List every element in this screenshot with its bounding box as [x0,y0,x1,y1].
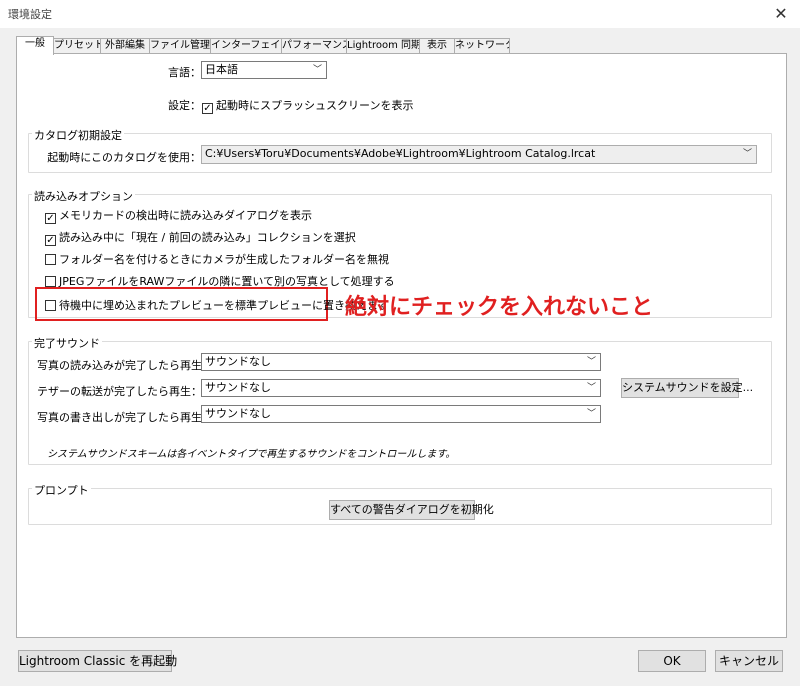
prompt-group-title: プロンプト [32,482,91,498]
catalog-group-title: カタログ初期設定 [32,127,124,143]
tab-performance[interactable]: パフォーマンス [281,38,347,54]
tab-external-editing[interactable]: 外部編集 [100,38,150,54]
tab-general[interactable]: 一般 [16,36,54,55]
catalog-label: 起動時にこのカタログを使用： [47,151,201,164]
catalog-select[interactable]: C:¥Users¥Toru¥Documents¥Adobe¥Lightroom¥… [201,145,757,164]
splash-checkbox[interactable]: ✓ [202,103,213,114]
import-group-title: 読み込みオプション [32,188,135,204]
language-select[interactable]: 日本語 ﹀ [201,61,327,79]
sound-value: サウンドなし [205,381,271,394]
tab-display[interactable]: 表示 [419,38,455,54]
language-value: 日本語 [205,63,238,76]
close-icon[interactable]: ✕ [770,3,792,25]
import-option-label: 読み込み中に「現在 / 前回の読み込み」コレクションを選択 [59,231,356,244]
sound-row-label: 写真の書き出しが完了したら再生： [37,411,213,424]
sound-value: サウンドなし [205,407,271,420]
tab-file-handling[interactable]: ファイル管理 [149,38,211,54]
ok-button[interactable]: OK [638,650,706,672]
import-option-label: メモリカードの検出時に読み込みダイアログを表示 [59,209,312,222]
tether-sound-select[interactable]: サウンドなし ﹀ [201,379,601,397]
splash-label: 起動時にスプラッシュスクリーンを表示 [216,99,414,112]
tab-interface[interactable]: インターフェイス [210,38,282,54]
catalog-value: C:¥Users¥Toru¥Documents¥Adobe¥Lightroom¥… [205,147,596,160]
language-label: 言語： [168,66,201,79]
title-bar: 環境設定 ✕ [0,0,800,28]
tab-presets[interactable]: プリセット [53,38,101,54]
sound-value: サウンドなし [205,355,271,368]
chevron-down-icon: ﹀ [586,409,596,419]
sound-note: システムサウンドスキームは各イベントタイプで再生するサウンドをコントロールします… [47,449,456,460]
cancel-button[interactable]: キャンセル [715,650,783,672]
import-sound-select[interactable]: サウンドなし ﹀ [201,353,601,371]
import-option-checkbox[interactable] [45,254,56,265]
chevron-down-icon: ﹀ [586,357,596,367]
tab-network[interactable]: ネットワーク [454,38,510,54]
window-title: 環境設定 [8,8,52,21]
sound-group-title: 完了サウンド [32,335,102,351]
settings-label: 設定： [168,99,201,112]
import-option-checkbox[interactable]: ✓ [45,235,56,246]
import-option-checkbox[interactable]: ✓ [45,213,56,224]
import-option-item[interactable]: ✓ 読み込み中に「現在 / 前回の読み込み」コレクションを選択 [45,229,356,246]
system-sound-button[interactable]: システムサウンドを設定... [621,378,753,398]
warning-annotation: 絶対にチェックを入れないこと [345,295,654,320]
import-option-item[interactable]: フォルダー名を付けるときにカメラが生成したフォルダー名を無視 [45,251,389,267]
chevron-down-icon: ﹀ [312,65,322,75]
import-option-item[interactable]: 待機中に埋め込まれたプレビューを標準プレビューに置き換えます [45,297,389,313]
sound-row-label: テザーの転送が完了したら再生： [37,385,202,398]
import-option-checkbox[interactable] [45,276,56,287]
chevron-down-icon: ﹀ [742,149,752,159]
sound-row-label: 写真の読み込みが完了したら再生： [37,359,213,372]
export-sound-select[interactable]: サウンドなし ﹀ [201,405,601,423]
import-option-label: フォルダー名を付けるときにカメラが生成したフォルダー名を無視 [59,253,389,266]
reset-dialogs-button[interactable]: すべての警告ダイアログを初期化 [329,500,494,520]
restart-button[interactable]: Lightroom Classic を再起動 [18,650,177,672]
chevron-down-icon: ﹀ [586,383,596,393]
import-option-item[interactable]: ✓ メモリカードの検出時に読み込みダイアログを表示 [45,207,312,224]
general-tab-panel: 言語： 日本語 ﹀ 設定： ✓ 起動時にスプラッシュスクリーンを表示 カタログ初期… [16,53,787,638]
import-option-checkbox[interactable] [45,300,56,311]
tab-lightroom-sync[interactable]: Lightroom 同期 [346,38,420,54]
splash-checkbox-row[interactable]: ✓ 起動時にスプラッシュスクリーンを表示 [202,97,413,114]
import-option-label: 待機中に埋め込まれたプレビューを標準プレビューに置き換えます [59,299,389,312]
